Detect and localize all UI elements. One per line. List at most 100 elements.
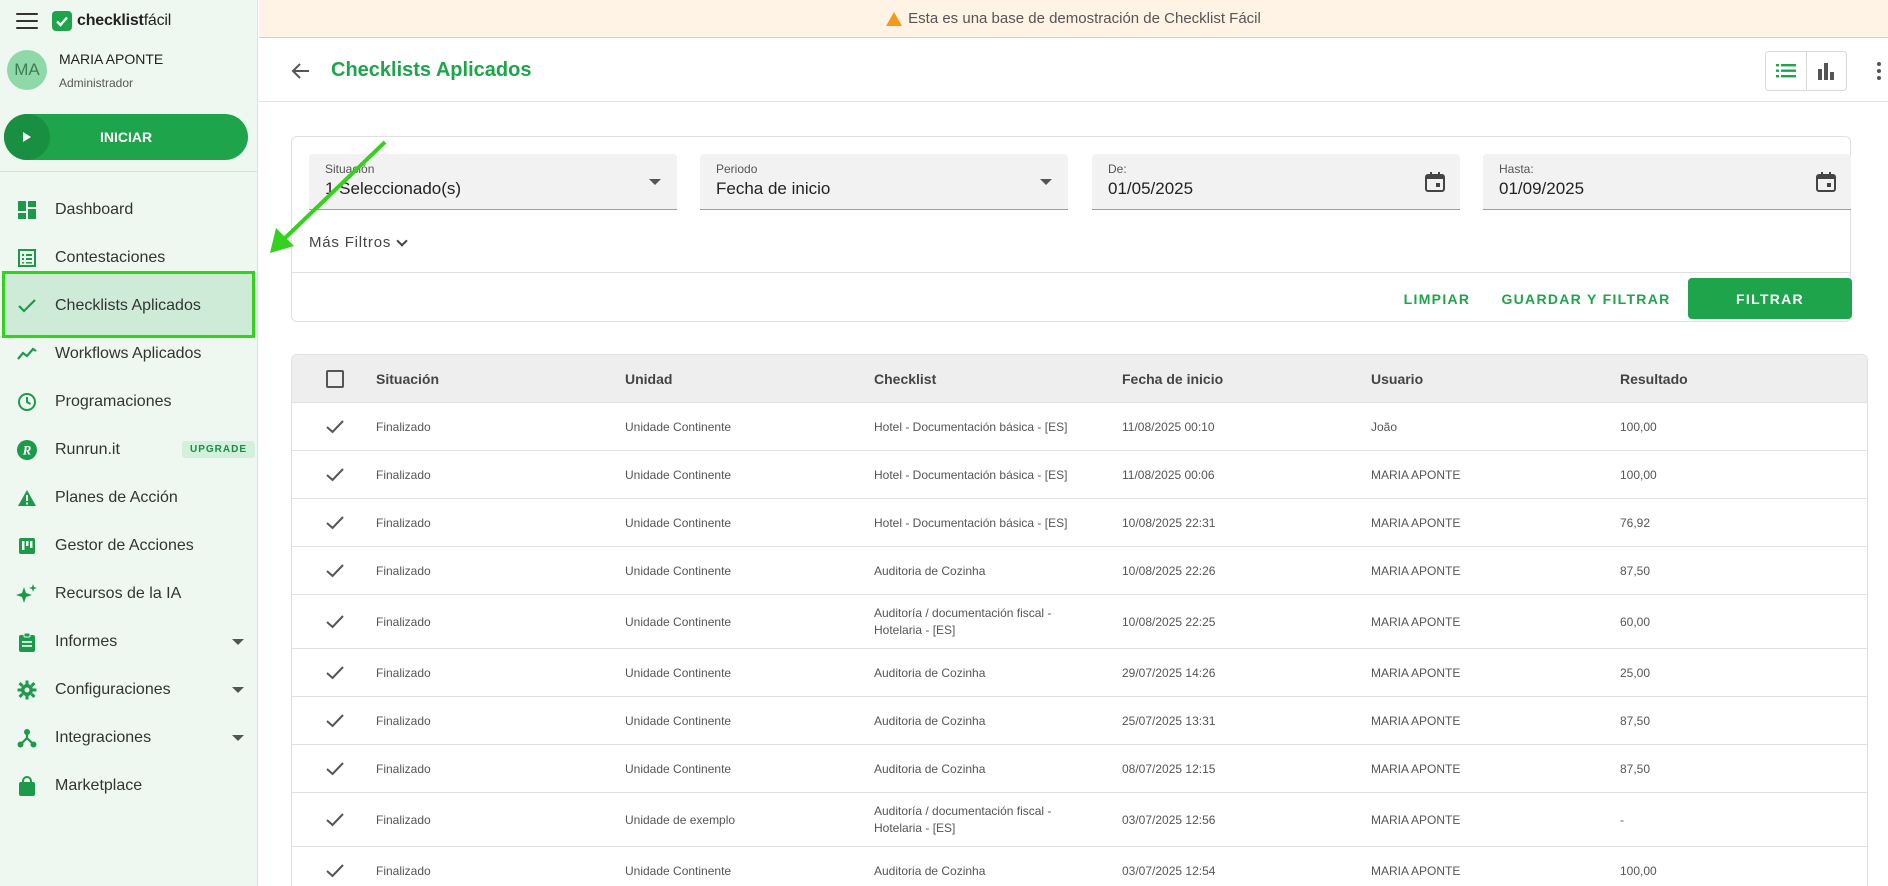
check-icon (326, 615, 344, 629)
runrun-icon: R (16, 439, 38, 461)
user-name: MARIA APONTE (59, 50, 164, 67)
table-row[interactable]: Finalizado Unidade Continente Auditoria de… (292, 547, 1867, 595)
check-icon (326, 714, 344, 728)
table-row[interactable]: Finalizado Unidade Continente Auditoria de… (292, 697, 1867, 745)
date-to-field[interactable]: Hasta: 01/09/2025 (1483, 154, 1851, 210)
cell-fecha: 10/08/2025 22:31 (1122, 515, 1216, 530)
sidebar-item-contestaciones[interactable]: Contestaciones (0, 234, 258, 282)
sidebar-item-checklists-aplicados[interactable]: Checklists Aplicados (0, 282, 258, 330)
warning-icon (886, 11, 903, 26)
more-filters-label: Más Filtros (309, 234, 392, 251)
calendar-icon[interactable] (1815, 171, 1837, 193)
check-icon (16, 295, 38, 317)
check-icon (326, 762, 344, 776)
table-header: Situación Unidad Checklist Fecha de inic… (292, 355, 1867, 403)
table-row[interactable]: Finalizado Unidade Continente Hotel - Docu… (292, 403, 1867, 451)
menu-icon[interactable] (16, 13, 38, 29)
sidebar-item-label: Planes de Acción (55, 489, 178, 506)
sidebar-item-label: Dashboard (55, 201, 134, 218)
column-header[interactable]: Situación (376, 371, 439, 387)
table-row[interactable]: Finalizado Unidade Continente Auditoría / … (292, 595, 1867, 649)
filter-button[interactable]: FILTRAR (1688, 278, 1852, 319)
column-header[interactable]: Usuario (1371, 371, 1423, 387)
cell-checklist-line: Auditoría / documentación fiscal - (874, 606, 1052, 620)
calendar-icon[interactable] (1424, 171, 1446, 193)
cell-checklist-line: Hotel - Documentación básica - [ES] (874, 419, 1068, 434)
table-row[interactable]: Finalizado Unidade Continente Auditoria de… (292, 649, 1867, 697)
sidebar-item-integraciones[interactable]: Integraciones (0, 714, 258, 762)
save-and-filter-button[interactable]: GUARDAR Y FILTRAR (1496, 278, 1676, 319)
start-button[interactable]: INICIAR (4, 114, 248, 160)
sidebar-item-workflows-aplicados[interactable]: Workflows Aplicados (0, 330, 258, 378)
cell-situacion: Finalizado (376, 563, 431, 578)
cell-usuario: MARIA APONTE (1371, 467, 1461, 482)
logo-text: checklistfácil (77, 12, 172, 29)
clear-button[interactable]: LIMPIAR (1382, 278, 1492, 319)
network-icon (16, 727, 38, 749)
table-row[interactable]: Finalizado Unidade Continente Auditoria de… (292, 847, 1867, 886)
check-icon (326, 813, 344, 827)
cell-usuario: MARIA APONTE (1371, 812, 1461, 827)
sidebar-item-label: Workflows Aplicados (55, 345, 202, 362)
cell-resultado: 100,00 (1620, 467, 1657, 482)
cell-unidad: Unidade Continente (625, 419, 732, 434)
chart-view-button[interactable] (1805, 52, 1846, 90)
sidebar-item-runrun[interactable]: R Runrun.it UPGRADE (0, 426, 258, 474)
check-icon (326, 420, 344, 434)
table-row[interactable]: Finalizado Unidade de exemplo Auditoría / … (292, 793, 1867, 847)
list-view-button[interactable] (1766, 52, 1806, 90)
page-title: Checklists Aplicados (331, 59, 532, 81)
sidebar-item-configuraciones[interactable]: Configuraciones (0, 666, 258, 714)
filter-divider (292, 272, 1850, 273)
list-icon (16, 247, 38, 269)
bag-icon (16, 775, 38, 797)
user-profile[interactable]: MA MARIA APONTE Administrador (7, 50, 163, 90)
cell-unidad: Unidade Continente (625, 665, 732, 680)
cell-fecha: 25/07/2025 13:31 (1122, 713, 1216, 728)
sidebar-item-gestor-de-acciones[interactable]: Gestor de Acciones (0, 522, 258, 570)
cell-situacion: Finalizado (376, 665, 431, 680)
select-all-checkbox[interactable] (326, 370, 344, 388)
cell-unidad: Unidade Continente (625, 467, 732, 482)
table-row[interactable]: Finalizado Unidade Continente Hotel - Docu… (292, 451, 1867, 499)
upgrade-badge[interactable]: UPGRADE (182, 441, 256, 458)
column-header[interactable]: Checklist (874, 371, 936, 387)
cell-situacion: Finalizado (376, 812, 431, 827)
play-icon (4, 114, 50, 160)
arrow-left-icon[interactable] (291, 61, 313, 83)
more-vert-icon[interactable] (1867, 59, 1888, 83)
column-header[interactable]: Fecha de inicio (1122, 371, 1223, 387)
sidebar-item-marketplace[interactable]: Marketplace (0, 762, 258, 810)
more-filters-toggle[interactable]: Más Filtros (309, 234, 408, 251)
date-to-label: Hasta: (1499, 162, 1534, 176)
cell-unidad: Unidade Continente (625, 515, 732, 530)
dashboard-icon (16, 199, 38, 221)
sidebar-item-label: Informes (55, 633, 118, 650)
sidebar-item-informes[interactable]: Informes (0, 618, 258, 666)
table-row[interactable]: Finalizado Unidade Continente Auditoria de… (292, 745, 1867, 793)
cell-checklist: Auditoría / documentación fiscal - Hotela… (874, 803, 1051, 837)
sidebar-item-recursos-ia[interactable]: Recursos de la IA (0, 570, 258, 618)
cell-unidad: Unidade de exemplo (625, 812, 736, 827)
sidebar-item-dashboard[interactable]: Dashboard (0, 186, 258, 234)
cell-checklist-line: Hotelaria - [ES] (874, 821, 956, 835)
cell-situacion: Finalizado (376, 713, 431, 728)
periodo-select[interactable]: Periodo Fecha de inicio (700, 154, 1068, 210)
column-header[interactable]: Resultado (1620, 371, 1688, 387)
sidebar-item-planes-de-accion[interactable]: Planes de Acción (0, 474, 258, 522)
situacion-select[interactable]: Situación 1 Seleccionado(s) (309, 154, 677, 210)
gear-icon (16, 679, 38, 701)
chevron-down-icon (232, 639, 244, 645)
table-row[interactable]: Finalizado Unidade Continente Hotel - Docu… (292, 499, 1867, 547)
cell-situacion: Finalizado (376, 761, 431, 776)
date-from-field[interactable]: De: 01/05/2025 (1092, 154, 1460, 210)
cell-usuario: MARIA APONTE (1371, 515, 1461, 530)
sidebar-item-programaciones[interactable]: Programaciones (0, 378, 258, 426)
sidebar: checklistfácil MA MARIA APONTE Administr… (0, 0, 258, 886)
cell-checklist: Auditoria de Cozinha (874, 563, 985, 580)
cell-fecha: 03/07/2025 12:54 (1122, 863, 1216, 878)
column-header[interactable]: Unidad (625, 371, 672, 387)
results-table: Situación Unidad Checklist Fecha de inic… (291, 354, 1868, 886)
app-logo[interactable]: checklistfácil (52, 11, 171, 31)
clock-icon (16, 391, 38, 413)
